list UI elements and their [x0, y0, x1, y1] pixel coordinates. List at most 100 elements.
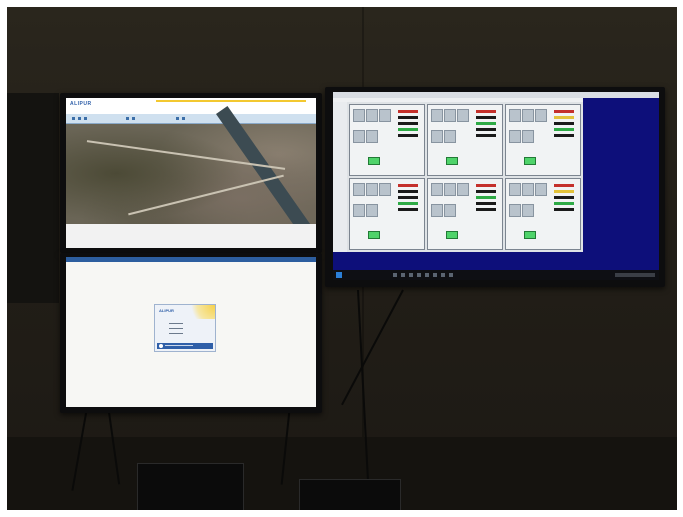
- navigation-pane: [333, 102, 347, 252]
- mini-chart: [431, 130, 443, 143]
- mini-chart: [509, 109, 521, 122]
- toolbar-tool-icon: [176, 117, 179, 120]
- status-indicator: [398, 134, 418, 137]
- mini-chart: [366, 130, 378, 143]
- mini-chart: [444, 204, 456, 217]
- status-indicator: [554, 128, 574, 131]
- status-indicator: [554, 122, 574, 125]
- desktop-tower: [299, 479, 401, 510]
- status-indicator: [554, 208, 574, 211]
- taskbar-app-icon[interactable]: [409, 273, 413, 277]
- mini-chart: [353, 130, 365, 143]
- mini-chart: [457, 183, 469, 196]
- status-ok-box: [446, 157, 458, 165]
- desktop-tower: [137, 463, 244, 510]
- monitor-right: [325, 87, 665, 287]
- status-ok-box: [524, 157, 536, 165]
- status-panel: [427, 104, 503, 176]
- mini-chart: [522, 109, 534, 122]
- status-indicator: [476, 196, 496, 199]
- status-indicator: [398, 202, 418, 205]
- password-field[interactable]: [169, 328, 183, 329]
- taskbar-app-icon[interactable]: [433, 273, 437, 277]
- dashboard-canvas: [347, 102, 583, 252]
- mini-chart: [444, 109, 456, 122]
- status-indicator: [554, 190, 574, 193]
- mini-chart: [353, 183, 365, 196]
- mini-chart: [366, 183, 378, 196]
- toolbar-tool-icon: [132, 117, 135, 120]
- status-indicator: [476, 116, 496, 119]
- taskbar-app-icon[interactable]: [401, 273, 405, 277]
- status-indicator: [398, 208, 418, 211]
- taskbar-app-icon[interactable]: [441, 273, 445, 277]
- taskbar-app-icon[interactable]: [393, 273, 397, 277]
- dashboard-screen: [333, 92, 659, 280]
- status-ok-box: [368, 157, 380, 165]
- status-indicator: [554, 116, 574, 119]
- status-indicator: [398, 110, 418, 113]
- mini-chart: [444, 183, 456, 196]
- start-icon[interactable]: [336, 272, 342, 278]
- dialog-header-graphic: [189, 305, 215, 319]
- monitor-bottom-left: ALIPUR: [60, 253, 322, 413]
- mini-chart: [431, 183, 443, 196]
- server-field[interactable]: [169, 333, 183, 334]
- status-panel: [349, 178, 425, 250]
- status-indicator: [398, 190, 418, 193]
- left-edge-panel: [7, 93, 59, 303]
- mini-chart: [522, 183, 534, 196]
- monitor-top-left: ALIPUR: [60, 93, 322, 253]
- login-button-bar[interactable]: [157, 343, 213, 349]
- system-tray[interactable]: [615, 273, 655, 277]
- mini-chart: [379, 183, 391, 196]
- taskbar-app-icon[interactable]: [449, 273, 453, 277]
- status-indicator: [476, 202, 496, 205]
- mini-chart: [522, 130, 534, 143]
- map-app-header: ALIPUR: [66, 98, 316, 114]
- toolbar-tool-icon: [84, 117, 87, 120]
- status-panel: [349, 104, 425, 176]
- mini-chart: [366, 109, 378, 122]
- status-indicator: [398, 196, 418, 199]
- windows-taskbar: [333, 270, 659, 280]
- taskbar-app-icon[interactable]: [425, 273, 429, 277]
- status-indicator: [476, 190, 496, 193]
- status-indicator: [476, 128, 496, 131]
- status-panel: [505, 178, 581, 250]
- mini-chart: [444, 130, 456, 143]
- login-screen: ALIPUR: [66, 257, 316, 407]
- mini-chart: [457, 109, 469, 122]
- map-road: [128, 174, 284, 216]
- status-indicator: [554, 110, 574, 113]
- status-indicator: [476, 184, 496, 187]
- mini-chart: [535, 109, 547, 122]
- mini-chart: [509, 183, 521, 196]
- status-indicator: [398, 128, 418, 131]
- mini-chart: [431, 204, 443, 217]
- status-panel: [505, 104, 581, 176]
- mini-chart: [379, 109, 391, 122]
- status-ok-box: [368, 231, 380, 239]
- control-room-wall: ALIPUR ALIPUR: [7, 7, 677, 510]
- status-indicator: [476, 134, 496, 137]
- status-indicator: [476, 208, 496, 211]
- status-indicator: [476, 110, 496, 113]
- mini-chart: [353, 109, 365, 122]
- toolbar-tool-icon: [126, 117, 129, 120]
- status-indicator: [398, 116, 418, 119]
- mini-chart: [509, 130, 521, 143]
- login-top-bar: [66, 257, 316, 262]
- status-indicator: [476, 122, 496, 125]
- status-indicator: [398, 184, 418, 187]
- status-indicator: [398, 122, 418, 125]
- mini-chart: [353, 204, 365, 217]
- header-accent-strip: [156, 100, 306, 102]
- toolbar-tool-icon: [78, 117, 81, 120]
- login-dialog: ALIPUR: [154, 304, 216, 352]
- status-indicator: [554, 134, 574, 137]
- login-icon: [159, 344, 163, 348]
- username-field[interactable]: [169, 323, 183, 324]
- mini-chart: [522, 204, 534, 217]
- taskbar-app-icon[interactable]: [417, 273, 421, 277]
